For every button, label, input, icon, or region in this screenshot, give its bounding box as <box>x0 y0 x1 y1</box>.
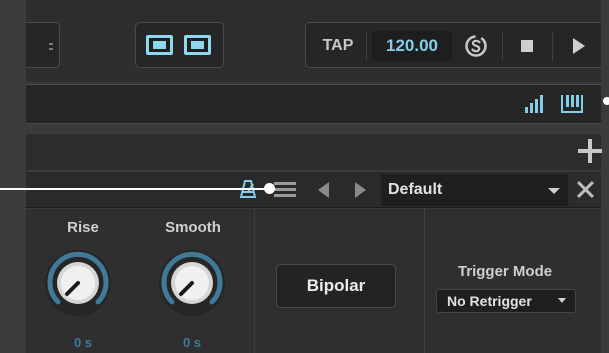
sync-icon <box>465 35 487 57</box>
callout-dot <box>603 97 609 105</box>
preset-dropdown[interactable]: Default <box>381 174 568 206</box>
menu-icon[interactable] <box>274 182 296 198</box>
transport-bar: TAP 120.00 <box>26 0 601 82</box>
callout-dot <box>264 183 275 194</box>
trigger-mode-dropdown[interactable]: No Retrigger <box>436 289 576 313</box>
next-icon[interactable] <box>355 182 366 198</box>
smooth-label: Smooth <box>165 219 221 236</box>
keys-icon[interactable] <box>561 95 583 113</box>
chevron-down-icon <box>548 188 560 194</box>
track-strip <box>26 84 601 124</box>
meter-icon[interactable] <box>525 95 547 113</box>
bipolar-button[interactable]: Bipolar <box>276 264 396 308</box>
partial-button[interactable] <box>26 22 60 68</box>
trigger-mode-label: Trigger Mode <box>457 263 553 280</box>
trigger-mode-value: No Retrigger <box>447 293 532 309</box>
stop-button[interactable] <box>506 31 548 61</box>
transport-controls: TAP 120.00 <box>305 22 601 68</box>
callout-line <box>0 188 269 190</box>
rise-knob[interactable] <box>42 247 114 319</box>
rise-label: Rise <box>67 219 99 236</box>
view-layout-b-icon[interactable] <box>184 35 211 55</box>
modulator-panel: Rise 0 s Smooth 0 s Bipolar Trigger Mode… <box>26 209 601 353</box>
divider <box>254 209 255 353</box>
view-toggle-group <box>135 22 224 68</box>
play-button[interactable] <box>556 31 598 61</box>
smooth-knob[interactable] <box>156 247 228 319</box>
plus-icon[interactable] <box>578 139 602 163</box>
close-icon[interactable] <box>570 174 601 206</box>
prev-icon[interactable] <box>318 182 329 198</box>
divider <box>424 209 425 353</box>
view-layout-a-icon[interactable] <box>146 35 173 55</box>
stop-icon <box>521 40 533 52</box>
tap-button[interactable]: TAP <box>315 31 361 61</box>
divider <box>366 31 367 61</box>
chevron-down-icon <box>558 298 566 303</box>
divider <box>552 31 553 61</box>
right-margin <box>601 0 609 353</box>
partial-button-icon <box>49 43 53 50</box>
preset-bar: Default <box>26 172 601 208</box>
device-chain-header <box>26 134 602 170</box>
smooth-value: 0 s <box>182 335 202 350</box>
divider <box>502 31 503 61</box>
device-window: TAP 120.00 Default Rise 0 s Smooth 0 s B… <box>0 0 609 353</box>
preset-name: Default <box>388 181 443 198</box>
left-margin <box>0 0 26 353</box>
bpm-field[interactable]: 120.00 <box>372 31 452 61</box>
play-icon <box>573 38 585 54</box>
sync-button[interactable] <box>456 31 496 61</box>
rise-value: 0 s <box>73 335 93 350</box>
